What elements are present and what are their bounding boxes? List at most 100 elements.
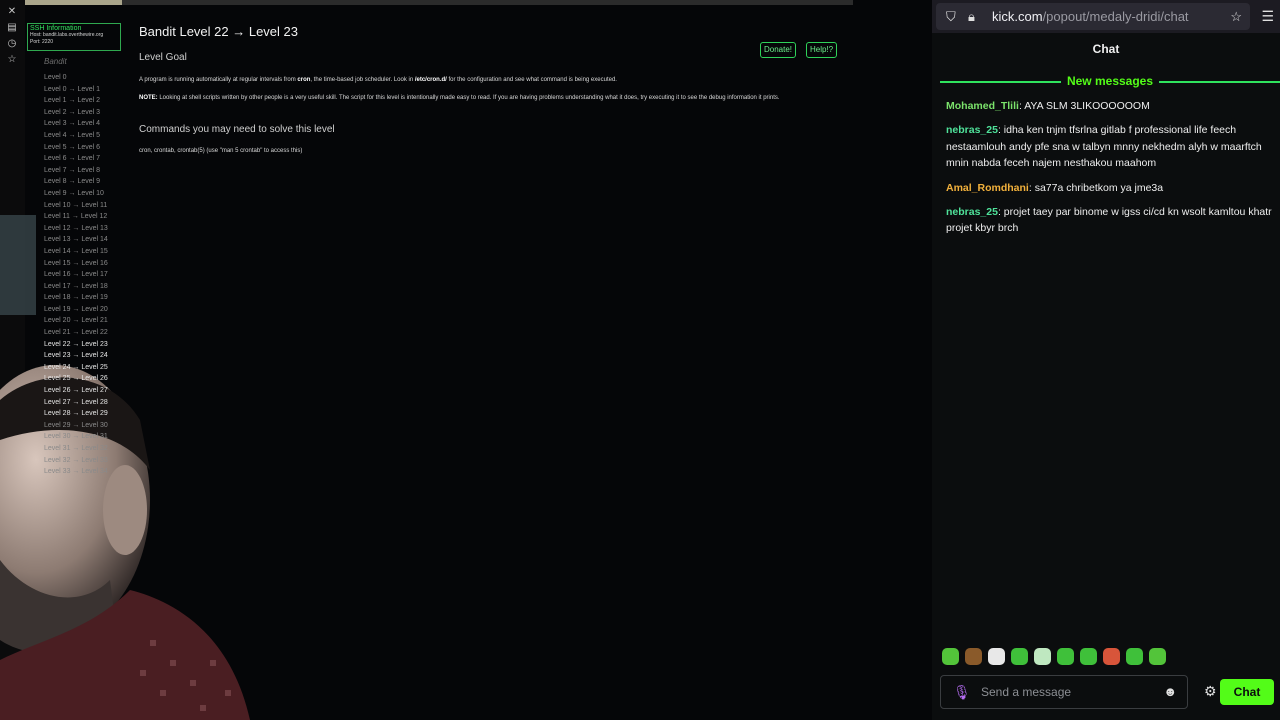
level-link[interactable]: Level 2 → Level 3 — [44, 107, 134, 119]
chat-message-text: AYA SLM 3LIKOOOOOOM — [1024, 100, 1150, 112]
level-link[interactable]: Level 0 → Level 1 — [44, 84, 134, 96]
level-link[interactable]: Level 15 → Level 16 — [44, 258, 134, 270]
level-link[interactable]: Level 10 → Level 11 — [44, 200, 134, 212]
emote-icon[interactable] — [988, 648, 1005, 665]
chat-title: Chat — [1092, 42, 1120, 56]
ssh-host: Host: bandit.labs.overthewire.org — [30, 32, 104, 38]
browser-url-bar: ⛉ 🔒︎ kick.com/popout/medaly-dridi/chat ☆… — [932, 0, 1280, 33]
level-link[interactable]: Level 17 → Level 18 — [44, 281, 134, 293]
emote-icon[interactable] — [1034, 648, 1051, 665]
lock-icon[interactable]: 🔒︎ — [968, 3, 975, 30]
level-link[interactable]: Level 25 → Level 26 — [44, 373, 134, 385]
chat-message: Amal_Romdhani: sa77a chribetkom ya jme3a — [946, 180, 1274, 196]
commands-text: cron, crontab, crontab(5) (use "man 5 cr… — [139, 148, 303, 154]
gear-icon[interactable]: ⚙ — [1204, 682, 1217, 700]
goal-text-part: for the configuration and see what comma… — [446, 77, 617, 83]
emote-icon[interactable] — [1126, 648, 1143, 665]
level-link[interactable]: Level 3 → Level 4 — [44, 118, 134, 130]
chat-input-placeholder: Send a message — [981, 685, 1072, 699]
site-brand: Bandit — [44, 57, 67, 66]
level-link[interactable]: Level 18 → Level 19 — [44, 292, 134, 304]
level-link[interactable]: Level 11 → Level 12 — [44, 211, 134, 223]
level-link[interactable]: Level 4 → Level 5 — [44, 130, 134, 142]
tab-strip — [0, 0, 853, 5]
level-link[interactable]: Level 31 → Level 32 — [44, 443, 134, 455]
level-link[interactable]: Level 22 → Level 23 — [44, 339, 134, 351]
chat-message: Mohamed_Tlili: AYA SLM 3LIKOOOOOOM — [946, 98, 1274, 114]
level-link[interactable]: Level 21 → Level 22 — [44, 327, 134, 339]
level-link[interactable]: Level 26 → Level 27 — [44, 385, 134, 397]
goal-text-cron: cron — [297, 77, 311, 83]
new-messages-text: New messages — [1060, 74, 1160, 88]
chat-input[interactable]: 🎙︎ Send a message ☻ — [940, 675, 1188, 709]
level-link[interactable]: Level 8 → Level 9 — [44, 176, 134, 188]
level-link[interactable]: Level 9 → Level 10 — [44, 188, 134, 200]
chat-username[interactable]: nebras_25 — [946, 124, 998, 136]
level-link[interactable]: Level 23 → Level 24 — [44, 350, 134, 362]
level-link[interactable]: Level 20 → Level 21 — [44, 315, 134, 327]
level-link[interactable]: Level 29 → Level 30 — [44, 420, 134, 432]
ssh-port: Port: 2220 — [30, 39, 54, 45]
level-link[interactable]: Level 5 → Level 6 — [44, 142, 134, 154]
url-text[interactable]: kick.com/popout/medaly-dridi/chat — [992, 3, 1189, 30]
emote-icon[interactable] — [942, 648, 959, 665]
emote-icon[interactable] — [1149, 648, 1166, 665]
tab-thumbnail[interactable] — [25, 0, 122, 5]
note-body: Looking at shell scripts written by othe… — [157, 95, 780, 101]
star-icon[interactable]: ☆ — [1230, 3, 1242, 30]
new-messages-label: New messages — [940, 73, 1280, 89]
level-list: Level 0 Level 0 → Level 1 Level 1 → Level … — [44, 72, 134, 478]
hamburger-menu-icon[interactable]: ☰ — [1261, 0, 1274, 33]
emote-icon[interactable] — [1057, 648, 1074, 665]
level-link[interactable]: Level 28 → Level 29 — [44, 408, 134, 420]
level-link[interactable]: Level 1 → Level 2 — [44, 95, 134, 107]
level-link[interactable]: Level 30 → Level 31 — [44, 431, 134, 443]
send-chat-button[interactable]: Chat — [1220, 679, 1274, 705]
address-field[interactable]: ⛉ 🔒︎ kick.com/popout/medaly-dridi/chat ☆ — [936, 3, 1250, 30]
level-link[interactable]: Level 32 → Level 33 — [44, 455, 134, 467]
donate-button[interactable]: Donate! — [760, 42, 797, 58]
chat-message-list: Mohamed_Tlili: AYA SLM 3LIKOOOOOOM nebras… — [946, 98, 1274, 245]
level-link[interactable]: Level 24 → Level 25 — [44, 362, 134, 374]
webcam-glare — [0, 215, 36, 315]
star-icon[interactable]: ☆ — [6, 54, 18, 66]
shield-icon[interactable]: ⛉ — [946, 3, 956, 30]
new-messages-divider: New messages — [940, 73, 1280, 89]
emote-icon[interactable] — [1080, 648, 1097, 665]
close-icon[interactable]: ✕ — [6, 6, 18, 18]
emote-icon[interactable] — [1103, 648, 1120, 665]
stream-view: ✕ ▤ ◷ ☆ SSH Information Host: bandit.lab… — [0, 0, 932, 720]
ssh-info-title: SSH Information — [30, 25, 82, 32]
commands-heading: Commands you may need to solve this leve… — [139, 124, 335, 135]
ssh-info-box: SSH Information Host: bandit.labs.overth… — [27, 23, 121, 51]
level-goal-heading: Level Goal — [139, 52, 187, 63]
level-goal-text: A program is running automatically at re… — [139, 76, 839, 85]
chat-username[interactable]: nebras_25 — [946, 206, 998, 218]
note-label: NOTE: — [139, 95, 158, 101]
microphone-icon[interactable]: 🎙︎ — [953, 676, 971, 708]
emote-icon[interactable] — [965, 648, 982, 665]
level-link[interactable]: Level 13 → Level 14 — [44, 234, 134, 246]
url-host: kick.com — [992, 9, 1043, 24]
level-link[interactable]: Level 27 → Level 28 — [44, 397, 134, 409]
level-link[interactable]: Level 6 → Level 7 — [44, 153, 134, 165]
chat-panel: ⛉ 🔒︎ kick.com/popout/medaly-dridi/chat ☆… — [932, 0, 1280, 720]
chat-message-text: sa77a chribetkom ya jme3a — [1034, 181, 1164, 194]
goal-text-part: A program is running automatically at re… — [139, 77, 298, 83]
chat-username[interactable]: Amal_Romdhani — [946, 182, 1029, 194]
emote-icon[interactable] — [1011, 648, 1028, 665]
level-link[interactable]: Level 0 — [44, 72, 134, 84]
level-link[interactable]: Level 16 → Level 17 — [44, 269, 134, 281]
level-link[interactable]: Level 33 → Level 34 — [44, 466, 134, 478]
help-button[interactable]: Help!? — [806, 42, 838, 58]
clock-icon[interactable]: ◷ — [6, 38, 18, 50]
document-icon[interactable]: ▤ — [6, 22, 18, 34]
emoji-picker-icon[interactable]: ☻ — [1163, 676, 1177, 708]
goal-text-path: /etc/cron.d/ — [414, 77, 447, 83]
chat-username[interactable]: Mohamed_Tlili — [946, 100, 1019, 112]
level-link[interactable]: Level 19 → Level 20 — [44, 304, 134, 316]
level-link[interactable]: Level 12 → Level 13 — [44, 223, 134, 235]
chat-message: nebras_25: projet taey par binome w igss… — [946, 204, 1274, 237]
level-link[interactable]: Level 14 → Level 15 — [44, 246, 134, 258]
level-link[interactable]: Level 7 → Level 8 — [44, 165, 134, 177]
